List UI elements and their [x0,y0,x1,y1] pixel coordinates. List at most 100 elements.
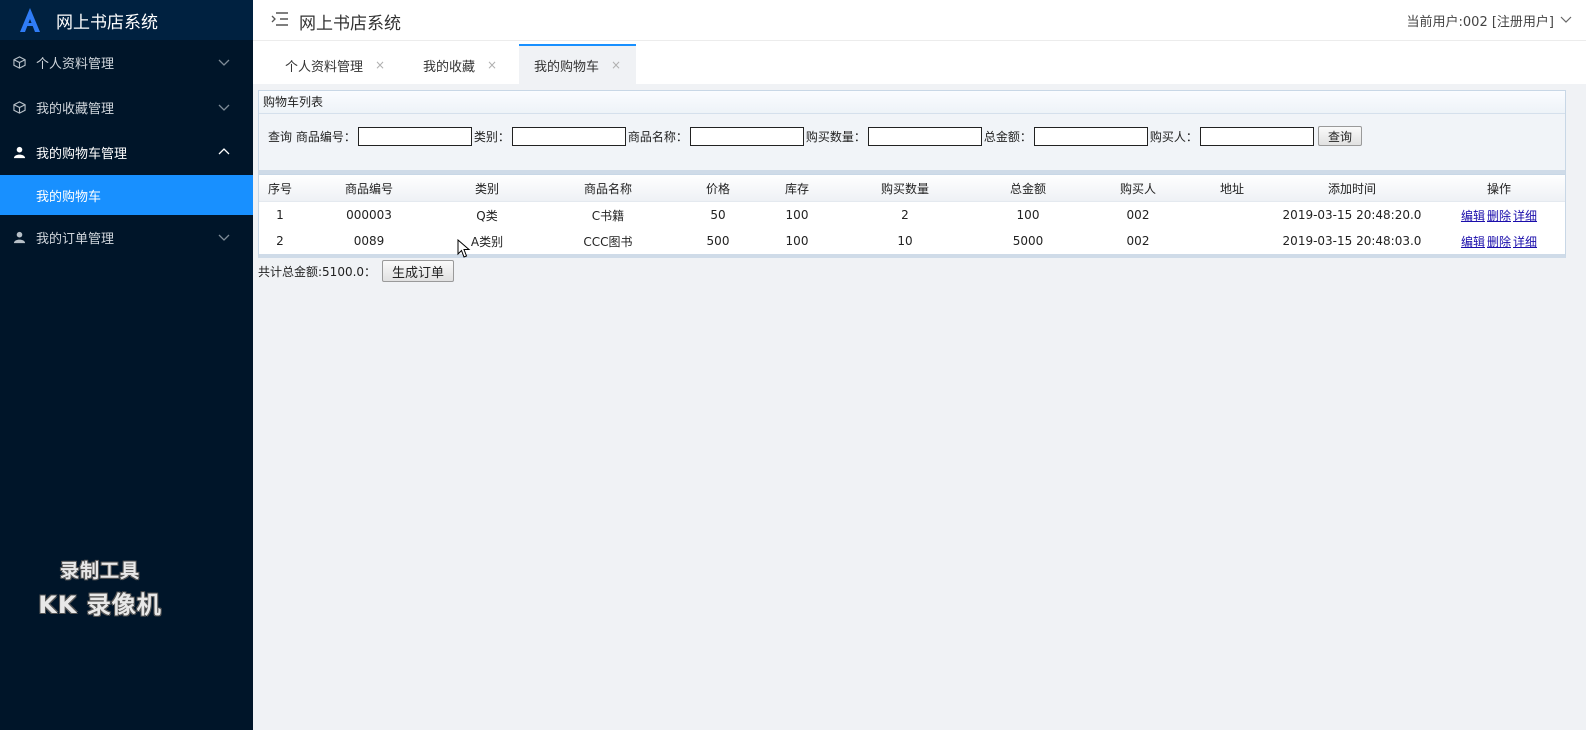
search-row: 查询 商品编号： 类别： 商品名称： 购买数量： 总金额： 购买人： 查询 [268,126,1362,146]
sidebar-item-profile[interactable]: 个人资料管理 [0,40,253,85]
chevron-down-icon [218,104,230,111]
menu-fold-icon[interactable] [271,11,289,27]
tab-bar: 个人资料管理 × 我的收藏 × 我的购物车 × [253,40,1586,84]
main-content: 购物车列表 查询 商品编号： 类别： 商品名称： 购买数量： 总金额： 购买人：… [258,90,1566,282]
product-name-label: 商品名称： [627,129,688,144]
product-name-input[interactable] [689,126,804,146]
watermark-line1: 录制工具 [59,560,140,582]
cell-category: A类别 [470,234,504,249]
edit-link[interactable]: 编辑 [1461,235,1485,249]
cell-product-name: CCC图书 [583,234,633,249]
cell-actions: 编辑 删除 详细 [1433,202,1565,229]
cart-table-wrap: 序号 商品编号 类别 商品名称 价格 库存 购买数量 总金额 购买人 地址 添加… [258,175,1566,258]
column-header[interactable]: 添加时间 [1271,175,1433,202]
tab-favorites[interactable]: 我的收藏 × [423,46,497,84]
cart-list-panel: 购物车列表 查询 商品编号： 类别： 商品名称： 购买数量： 总金额： 购买人：… [258,90,1566,175]
column-header[interactable]: 类别 [437,175,537,202]
sidebar-item-cart-management[interactable]: 我的购物车管理 [0,130,253,175]
quantity-label: 购买数量： [805,129,866,144]
table-row[interactable]: 2 0089 A类别 CCC图书 500 100 10 5000 002 201… [259,228,1565,254]
sidebar-item-label: 我的订单管理 [36,232,115,247]
sidebar-item-my-cart[interactable]: 我的购物车 [0,175,253,215]
cell-total: 5000 [1012,234,1044,248]
cell-price: 50 [710,208,726,222]
cell-price: 500 [706,234,730,248]
chevron-down-icon [218,59,230,66]
chevron-down-icon [218,234,230,241]
quantity-input[interactable] [867,126,982,146]
cube-icon [12,56,26,70]
watermark-line2: KK 录像机 [38,591,162,619]
delete-link[interactable]: 删除 [1487,209,1511,223]
column-header[interactable]: 总金额 [973,175,1083,202]
cell-added-time: 2019-03-15 20:48:20.0 [1282,208,1422,222]
header-title: 网上书店系统 [299,14,401,34]
cell-address [1193,228,1271,254]
cell-actions: 编辑 删除 详细 [1433,228,1565,254]
buyer-input[interactable] [1199,126,1314,146]
query-label: 查询 [268,129,293,144]
panel-title: 购物车列表 [259,91,1565,114]
sidebar-item-label: 我的购物车管理 [36,147,128,162]
cell-address [1193,202,1271,229]
cell-buyer: 002 [1126,208,1150,222]
total-amount-text: 共计总金额:5100.0： [258,264,377,279]
current-user[interactable]: 当前用户:002 [注册用户] [1407,11,1554,30]
tab-label: 我的购物车 [534,59,600,75]
app-title: 网上书店系统 [56,12,158,33]
cell-product-code: 0089 [353,234,385,248]
sidebar-item-label: 个人资料管理 [36,57,115,72]
product-code-input[interactable] [357,126,472,146]
logo-bar: 网上书店系统 [0,0,253,40]
cell-buyer: 002 [1126,234,1150,248]
cell-added-time: 2019-03-15 20:48:03.0 [1282,234,1422,248]
cell-stock: 100 [785,234,809,248]
chevron-down-icon[interactable] [1560,13,1572,25]
chevron-up-icon [218,148,230,155]
cell-quantity: 10 [897,234,913,248]
submenu-cart: 我的购物车 [0,175,253,215]
column-header[interactable]: 库存 [757,175,837,202]
column-header[interactable]: 购买人 [1083,175,1193,202]
search-button[interactable]: 查询 [1317,126,1362,146]
recorder-watermark: 录制工具 KK 录像机 [0,556,200,620]
cell-category: Q类 [476,208,498,223]
cube-icon [12,101,26,115]
mouse-cursor-icon [457,239,471,258]
tab-profile[interactable]: 个人资料管理 × [285,46,385,84]
cart-footer: 共计总金额:5100.0： 生成订单 [258,260,1566,282]
cell-quantity: 2 [901,208,909,222]
detail-link[interactable]: 详细 [1513,235,1537,249]
cell-index: 1 [276,208,284,222]
column-header[interactable]: 商品编号 [301,175,437,202]
sidebar-item-orders[interactable]: 我的订单管理 [0,215,253,260]
logo-icon [20,8,40,32]
cart-table: 序号 商品编号 类别 商品名称 价格 库存 购买数量 总金额 购买人 地址 添加… [259,175,1565,254]
delete-link[interactable]: 删除 [1487,235,1511,249]
product-code-label: 商品编号： [295,129,356,144]
tab-label: 我的收藏 [423,59,476,75]
tab-label: 个人资料管理 [285,59,364,75]
tab-my-cart[interactable]: 我的购物车 × [519,44,637,84]
close-icon[interactable]: × [487,58,497,72]
table-row[interactable]: 1 000003 Q类 C书籍 50 100 2 100 002 2019-03… [259,201,1565,229]
column-header[interactable]: 购买数量 [837,175,973,202]
detail-link[interactable]: 详细 [1513,209,1537,223]
generate-order-button[interactable]: 生成订单 [382,260,455,282]
sidebar-item-label: 我的收藏管理 [36,102,115,117]
column-header[interactable]: 商品名称 [537,175,679,202]
total-amount-input[interactable] [1033,126,1148,146]
cell-total: 100 [1016,208,1040,222]
sidebar-item-favorites[interactable]: 我的收藏管理 [0,85,253,130]
category-input[interactable] [511,126,626,146]
cell-product-name: C书籍 [591,208,625,223]
sidebar: 网上书店系统 个人资料管理 我的收藏管理 我的购物车管理 我的购物车 我的订单管… [0,0,253,730]
column-header[interactable]: 地址 [1193,175,1271,202]
edit-link[interactable]: 编辑 [1461,209,1485,223]
category-label: 类别： [473,129,510,144]
column-header[interactable]: 价格 [679,175,757,202]
close-icon[interactable]: × [375,58,385,72]
column-header[interactable]: 序号 [259,175,301,202]
close-icon[interactable]: × [611,58,621,72]
total-amount-label: 总金额： [983,129,1032,144]
